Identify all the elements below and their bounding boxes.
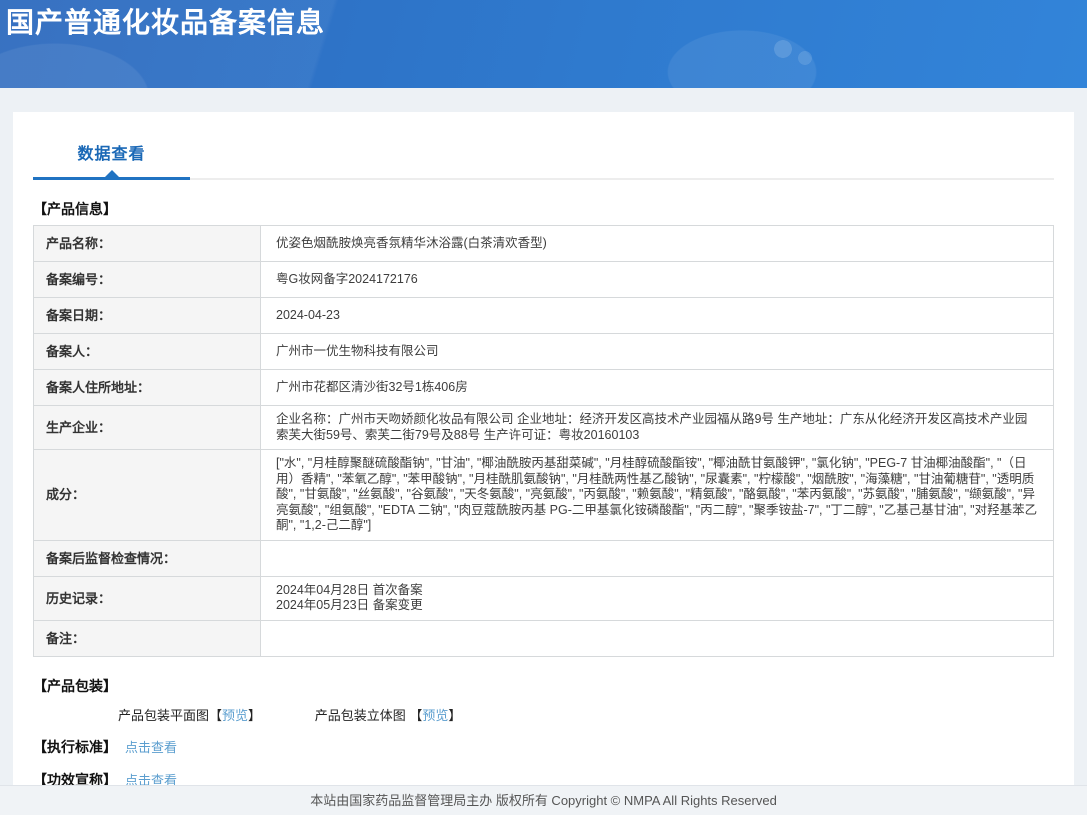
- row-label: 生产企业：: [33, 405, 261, 450]
- table-row-registration-number: 备案编号： 粤G妆网备字2024172176: [33, 261, 1054, 298]
- claims-row: 【功效宣称】 点击查看: [33, 770, 1054, 786]
- table-row-history: 历史记录： 2024年04月28日 首次备案 2024年05月23日 备案变更: [33, 575, 1054, 621]
- row-value: [260, 619, 1054, 657]
- row-label: 备案日期：: [33, 297, 261, 334]
- claims-view-link[interactable]: 点击查看: [125, 773, 177, 786]
- table-row-manufacturer: 生产企业： 企业名称：广州市天吻娇颜化妆品有限公司 企业地址：经济开发区高技术产…: [33, 405, 1054, 450]
- row-value: 粤G妆网备字2024172176: [260, 261, 1054, 298]
- bracket-open: 【: [409, 707, 423, 723]
- tab-bar: 数据查看: [33, 140, 1054, 180]
- page-footer: 本站由国家药品监督管理局主办 版权所有 Copyright © NMPA All…: [0, 785, 1087, 815]
- table-row-registrant-address: 备案人住所地址： 广州市花都区清沙街32号1栋406房: [33, 369, 1054, 406]
- packaging-3d-item: 产品包装立体图 【预览】: [315, 708, 462, 723]
- packaging-flat-item: 产品包装平面图【预览】: [118, 708, 265, 723]
- packaging-section-title: 【产品包装】: [33, 677, 117, 694]
- row-label: 备案编号：: [33, 261, 261, 298]
- standards-view-link[interactable]: 点击查看: [125, 740, 177, 755]
- packaging-flat-label: 产品包装平面图: [118, 707, 210, 723]
- row-label: 历史记录：: [33, 575, 261, 621]
- row-label: 成分：: [33, 449, 261, 541]
- product-info-section-title: 【产品信息】: [33, 201, 117, 217]
- row-label: 备案人：: [33, 333, 261, 370]
- packaging-3d-preview-link[interactable]: 预览: [422, 708, 448, 723]
- row-label: 备案人住所地址：: [33, 369, 261, 406]
- row-label: 备案后监督检查情况：: [33, 539, 261, 577]
- content-card: 数据查看 【产品信息】 产品名称： 优姿色烟酰胺焕亮香氛精华沐浴露(白茶清欢香型…: [13, 112, 1074, 785]
- page-title: 国产普通化妆品备案信息: [6, 7, 326, 38]
- packaging-row: 产品包装平面图【预览】 产品包装立体图 【预览】: [118, 705, 1054, 724]
- header-gap: [0, 88, 1087, 112]
- row-label: 备注：: [33, 619, 261, 657]
- table-row-registration-date: 备案日期： 2024-04-23: [33, 297, 1054, 334]
- bracket-close: 】: [448, 707, 462, 723]
- bracket-close: 】: [248, 707, 262, 723]
- table-row-remarks: 备注：: [33, 619, 1054, 657]
- row-value: 优姿色烟酰胺焕亮香氛精华沐浴露(白茶清欢香型): [260, 225, 1054, 262]
- row-value: 广州市花都区清沙街32号1栋406房: [260, 369, 1054, 406]
- claims-section-title: 【功效宣称】: [33, 771, 117, 786]
- bracket-open: 【: [209, 707, 223, 723]
- table-row-registrant: 备案人： 广州市一优生物科技有限公司: [33, 333, 1054, 370]
- row-label: 产品名称：: [33, 225, 261, 262]
- standards-row: 【执行标准】 点击查看: [33, 737, 1054, 757]
- standards-section-title: 【执行标准】: [33, 738, 117, 755]
- row-value: [260, 539, 1054, 577]
- row-value: 企业名称：广州市天吻娇颜化妆品有限公司 企业地址：经济开发区高技术产业园福从路9…: [260, 405, 1054, 450]
- packaging-flat-preview-link[interactable]: 预览: [222, 708, 248, 723]
- row-value: 2024-04-23: [260, 297, 1054, 334]
- packaging-3d-label: 产品包装立体图: [314, 707, 406, 723]
- tab-data-view-label: 数据查看: [77, 146, 146, 163]
- row-value: ["水", "月桂醇聚醚硫酸酯钠", "甘油", "椰油酰胺丙基甜菜碱", "月…: [260, 449, 1054, 541]
- row-value: 广州市一优生物科技有限公司: [260, 333, 1054, 370]
- footer-text: 本站由国家药品监督管理局主办 版权所有 Copyright © NMPA All…: [310, 793, 777, 808]
- row-value: 2024年04月28日 首次备案 2024年05月23日 备案变更: [260, 575, 1054, 621]
- table-row-ingredients: 成分： ["水", "月桂醇聚醚硫酸酯钠", "甘油", "椰油酰胺丙基甜菜碱"…: [33, 449, 1054, 541]
- tab-data-view[interactable]: 数据查看: [33, 140, 190, 180]
- table-row-supervision-check: 备案后监督检查情况：: [33, 539, 1054, 577]
- product-info-table: 产品名称： 优姿色烟酰胺焕亮香氛精华沐浴露(白茶清欢香型) 备案编号： 粤G妆网…: [33, 225, 1054, 657]
- table-row-product-name: 产品名称： 优姿色烟酰胺焕亮香氛精华沐浴露(白茶清欢香型): [33, 225, 1054, 262]
- page-header: 国产普通化妆品备案信息: [0, 0, 1087, 88]
